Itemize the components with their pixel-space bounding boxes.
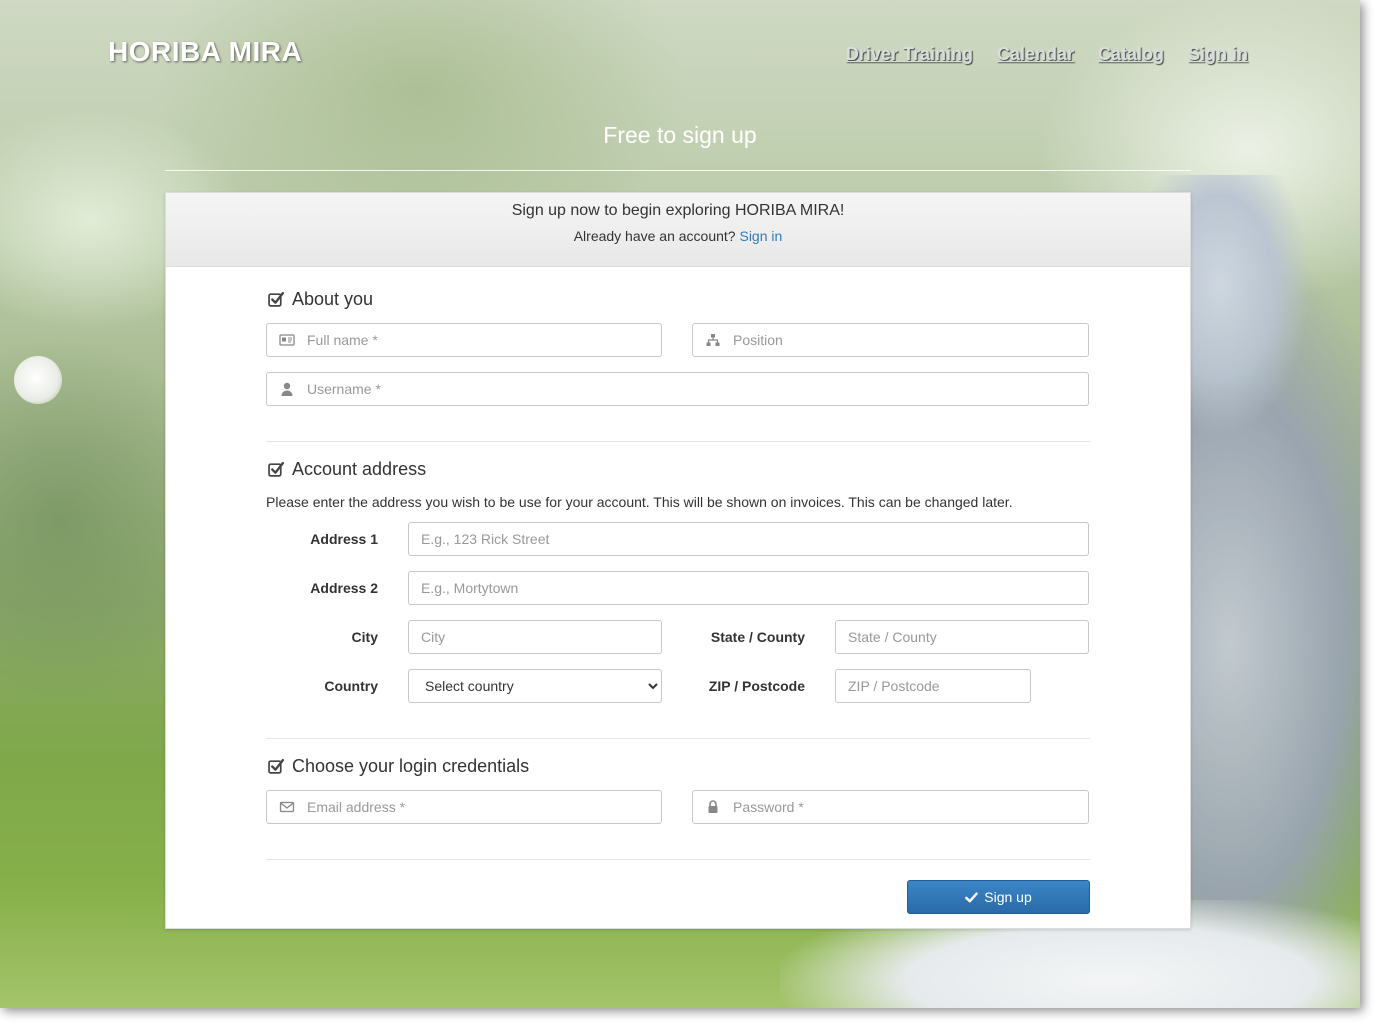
nav-sign-in[interactable]: Sign in — [1188, 44, 1248, 65]
section-divider — [266, 859, 1090, 860]
country-select-field[interactable]: Select country — [408, 669, 662, 703]
card-lead: Sign up now to begin exploring HORIBA MI… — [511, 202, 845, 219]
section-address-title: Account address — [268, 459, 426, 480]
nav-calendar[interactable]: Calendar — [997, 44, 1074, 65]
section-address-label: Account address — [292, 459, 427, 479]
password-input[interactable] — [733, 791, 1088, 823]
background-lamp — [14, 356, 62, 404]
sitemap-icon — [693, 332, 733, 348]
check-icon — [965, 891, 979, 902]
section-credentials-title: Choose your login credentials — [268, 756, 529, 777]
envelope-icon — [267, 799, 307, 815]
hero-divider — [165, 170, 1191, 171]
checkbox-checked-icon — [268, 758, 285, 774]
top-nav: Driver Training Calendar Catalog Sign in — [846, 44, 1248, 65]
zip-label: ZIP / Postcode — [708, 678, 805, 694]
address1-field[interactable] — [408, 522, 1089, 556]
city-input[interactable] — [409, 621, 661, 653]
section-about-label: About you — [292, 289, 374, 309]
address1-input[interactable] — [409, 523, 1088, 555]
password-field[interactable] — [692, 790, 1089, 824]
lock-icon — [693, 799, 733, 815]
address-help-text: Please enter the address you wish to be … — [266, 494, 1013, 510]
card-subtext: Already have an account? Sign in — [166, 228, 1190, 244]
signin-link[interactable]: Sign in — [739, 228, 782, 244]
city-field[interactable] — [408, 620, 662, 654]
section-divider — [266, 441, 1090, 442]
username-input[interactable] — [307, 373, 1088, 405]
username-field[interactable] — [266, 372, 1089, 406]
signup-card: Sign up now to begin exploring HORIBA MI… — [165, 192, 1191, 929]
country-select[interactable]: Select country — [409, 670, 661, 702]
email-input[interactable] — [307, 791, 661, 823]
signup-button-label: Sign up — [984, 889, 1032, 905]
section-divider — [266, 738, 1090, 739]
fullname-input[interactable] — [307, 324, 661, 356]
city-label: City — [351, 629, 378, 645]
brand-logo[interactable]: HORIBA MIRA — [108, 36, 302, 68]
card-header: Sign up now to begin exploring HORIBA MI… — [166, 193, 1190, 267]
address2-label: Address 2 — [310, 580, 378, 596]
user-icon — [267, 381, 307, 397]
signup-button[interactable]: Sign up — [907, 880, 1090, 914]
state-label: State / County — [710, 629, 805, 645]
already-account-text: Already have an account? — [573, 228, 736, 244]
zip-field[interactable] — [835, 669, 1031, 703]
address1-label: Address 1 — [310, 531, 378, 547]
nav-driver-training[interactable]: Driver Training — [846, 44, 973, 65]
section-credentials-label: Choose your login credentials — [292, 756, 530, 776]
browser-page: HORIBA MIRA Driver Training Calendar Cat… — [0, 0, 1360, 1008]
fullname-field[interactable] — [266, 323, 662, 357]
position-field[interactable] — [692, 323, 1089, 357]
address2-field[interactable] — [408, 571, 1089, 605]
id-card-icon — [267, 332, 307, 348]
hero-title: Free to sign up — [603, 122, 757, 148]
state-input[interactable] — [836, 621, 1088, 653]
checkbox-checked-icon — [268, 291, 285, 307]
zip-input[interactable] — [836, 670, 1030, 702]
checkbox-checked-icon — [268, 461, 285, 477]
nav-catalog[interactable]: Catalog — [1098, 44, 1164, 65]
state-field[interactable] — [835, 620, 1089, 654]
section-about-title: About you — [268, 289, 373, 310]
position-input[interactable] — [733, 324, 1088, 356]
address2-input[interactable] — [409, 572, 1088, 604]
email-field[interactable] — [266, 790, 662, 824]
country-label: Country — [324, 678, 378, 694]
